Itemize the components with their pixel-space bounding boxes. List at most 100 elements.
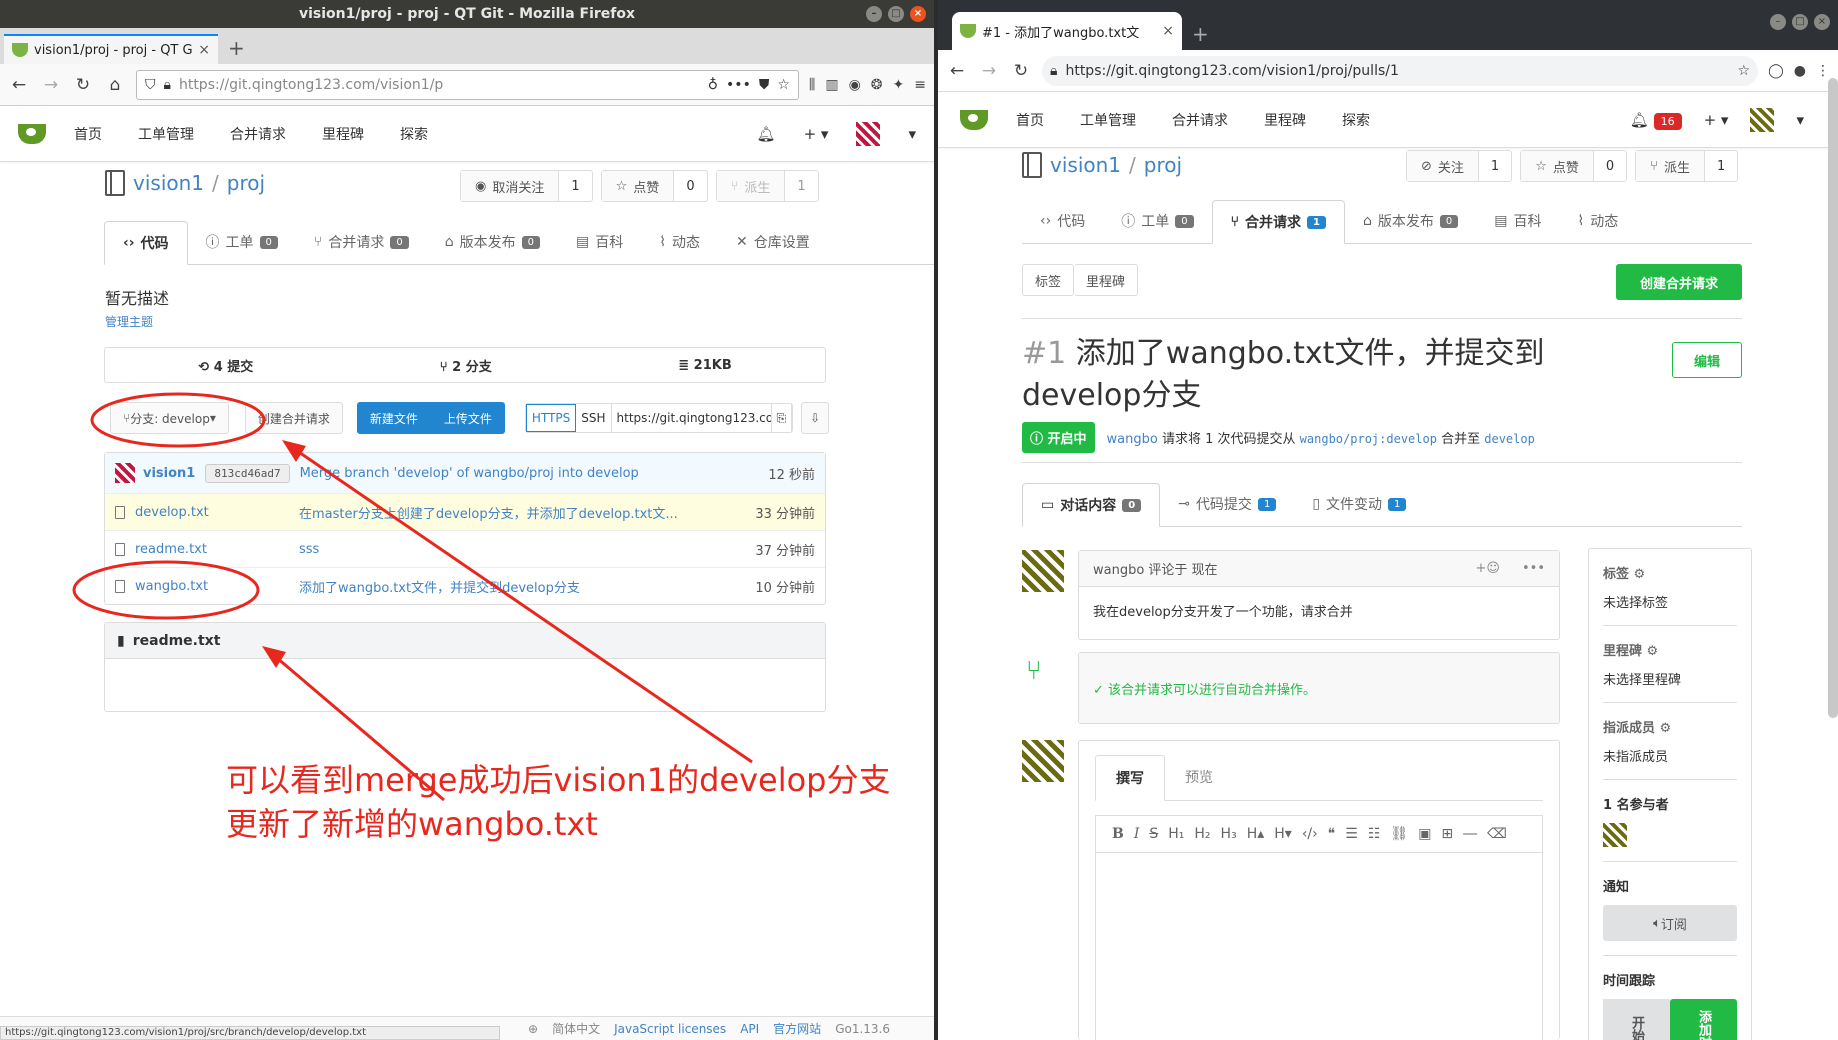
ordered-list-icon[interactable]: ☷ — [1368, 826, 1381, 842]
pr-target-branch[interactable]: develop — [1484, 432, 1535, 446]
bell-icon[interactable]: 🔔︎ — [757, 125, 776, 143]
file-name[interactable]: wangbo.txt — [135, 579, 208, 594]
table-icon[interactable]: ⊞ — [1441, 826, 1453, 842]
browser-tab[interactable]: #1 - 添加了wangbo.txt文 × — [952, 12, 1182, 50]
star-icon[interactable]: ☆ — [1738, 63, 1751, 79]
language-selector[interactable]: 简体中文 — [552, 1020, 600, 1037]
bell-icon[interactable]: 🔔︎ 16 — [1630, 111, 1682, 130]
forward-icon[interactable]: → — [978, 61, 1000, 81]
heading-bigger-icon[interactable]: H▾ — [1274, 826, 1292, 842]
fork-button[interactable]: ⑂ 派生 1 — [715, 170, 819, 202]
tab-code[interactable]: ‹› 代码 — [1022, 199, 1103, 243]
website-link[interactable]: 官方网站 — [773, 1020, 821, 1037]
tab-write[interactable]: 撰写 — [1095, 755, 1165, 801]
plus-dropdown[interactable]: + ▾ — [1704, 111, 1729, 129]
quote-icon[interactable]: ❝ — [1328, 826, 1336, 842]
back-icon[interactable]: ← — [8, 75, 30, 95]
add-time-button[interactable]: 添加时 — [1670, 999, 1737, 1040]
commit-author[interactable]: vision1 — [143, 466, 195, 481]
reload-icon[interactable]: ↻ — [72, 75, 94, 95]
tab-wiki[interactable]: ▤ 百科 — [558, 220, 641, 264]
create-pr-button[interactable]: 创建合并请求 — [1616, 264, 1742, 300]
maximize-icon[interactable]: □ — [1792, 14, 1808, 30]
maximize-icon[interactable]: □ — [888, 6, 904, 22]
new-file-button[interactable]: 新建文件 — [356, 402, 431, 434]
commenter-avatar[interactable] — [1022, 550, 1064, 592]
branches-stat[interactable]: ⑂ 2 分支 — [440, 356, 492, 375]
file-commit-message[interactable]: 在master分支上创建了develop分支，并添加了develop.txt文.… — [299, 503, 735, 522]
repo-name-link[interactable]: proj — [227, 171, 265, 195]
back-icon[interactable]: ← — [946, 61, 968, 81]
api-link[interactable]: API — [740, 1022, 759, 1036]
file-row[interactable]: readme.txt sss 37 分钟前 — [105, 530, 825, 567]
js-licenses-link[interactable]: JavaScript licenses — [614, 1022, 726, 1036]
bold-icon[interactable]: B — [1112, 826, 1124, 842]
menu-icon[interactable]: ⋮ — [1816, 63, 1830, 79]
participant-avatar[interactable] — [1603, 823, 1627, 847]
gitea-logo[interactable] — [960, 109, 988, 130]
star-count[interactable]: 0 — [1594, 151, 1626, 181]
account-icon[interactable]: ◉ — [849, 77, 861, 93]
tab-commits[interactable]: ⊸ 代码提交 1 — [1160, 482, 1294, 526]
link-icon[interactable]: ⛓ — [1390, 826, 1408, 842]
close-tab-icon[interactable]: × — [1162, 23, 1174, 39]
nav-pulls[interactable]: 合并请求 — [1172, 110, 1228, 130]
scrollbar[interactable] — [1828, 78, 1838, 718]
unordered-list-icon[interactable]: ☰ — [1345, 826, 1358, 842]
watch-button[interactable]: ⊘ 关注 1 — [1406, 150, 1513, 182]
close-icon[interactable]: × — [910, 6, 926, 22]
tab-pulls[interactable]: ⑂ 合并请求 0 — [296, 220, 427, 264]
tab-preview[interactable]: 预览 — [1165, 755, 1233, 800]
horizontal-rule-icon[interactable]: ― — [1463, 826, 1477, 842]
repo-owner-link[interactable]: vision1 — [133, 171, 204, 195]
edit-button[interactable]: 编辑 — [1672, 342, 1742, 378]
branch-dropdown[interactable]: ⑂ 分支: develop ▾ — [110, 402, 229, 434]
nav-home[interactable]: 首页 — [1016, 110, 1044, 130]
bulb-icon[interactable]: ♁ — [708, 77, 718, 93]
gear-icon[interactable]: ⚙ — [1634, 567, 1646, 582]
url-bar[interactable]: ⛉ 🔒︎ https://git.qingtong123.com/vision1… — [136, 69, 799, 100]
download-icon[interactable]: ⇩ — [801, 402, 830, 434]
tab-conversation[interactable]: ▭ 对话内容 0 — [1022, 483, 1161, 527]
eraser-icon[interactable]: ⌫ — [1487, 826, 1507, 842]
fork-count[interactable]: 1 — [785, 171, 817, 201]
plus-dropdown[interactable]: + ▾ — [804, 125, 829, 143]
repo-owner-link[interactable]: vision1 — [1050, 153, 1121, 177]
library-icon[interactable]: ⫼ — [809, 77, 815, 93]
sidebar-icon[interactable]: ▥ — [825, 77, 838, 93]
ssh-button[interactable]: SSH — [576, 404, 612, 432]
close-icon[interactable]: × — [1814, 14, 1830, 30]
nav-home[interactable]: 首页 — [74, 124, 102, 144]
new-tab-icon[interactable]: + — [1182, 22, 1219, 50]
nav-milestones[interactable]: 里程碑 — [1264, 110, 1306, 130]
new-tab-icon[interactable]: + — [218, 36, 255, 64]
tab-issues[interactable]: ⓘ 工单 0 — [188, 220, 296, 264]
commits-stat[interactable]: ⟲ 4 提交 — [198, 356, 253, 375]
forward-icon[interactable]: → — [40, 75, 62, 95]
strikethrough-icon[interactable]: S — [1149, 826, 1158, 842]
close-tab-icon[interactable]: × — [198, 42, 210, 58]
milestones-button[interactable]: 里程碑 — [1074, 264, 1139, 296]
more-icon[interactable]: ••• — [1522, 561, 1545, 576]
watch-count[interactable]: 1 — [559, 171, 591, 201]
extension-icon[interactable]: ❂ — [871, 77, 883, 93]
profile-icon[interactable]: ● — [1794, 63, 1806, 79]
more-icon[interactable]: ••• — [726, 77, 751, 93]
chevron-down-icon[interactable]: ▾ — [908, 125, 916, 143]
reaction-icon[interactable]: +☺ — [1476, 561, 1500, 576]
repo-name-link[interactable]: proj — [1144, 153, 1182, 177]
star-button[interactable]: ☆ 点赞 0 — [600, 170, 708, 202]
subscribe-button[interactable]: 🔈︎ 订阅 — [1603, 905, 1737, 941]
menu-icon[interactable]: ≡ — [914, 77, 926, 93]
minimize-icon[interactable]: – — [866, 6, 882, 22]
user-avatar[interactable] — [856, 121, 881, 146]
pocket-icon[interactable]: ⛊ — [759, 77, 770, 93]
clone-url-input[interactable]: https://git.qingtong123.com/visio — [612, 404, 772, 432]
upload-file-button[interactable]: 上传文件 — [430, 402, 505, 434]
commit-sha[interactable]: 813cd46ad7 — [205, 463, 290, 483]
image-icon[interactable]: ▣ — [1418, 826, 1431, 842]
code-icon[interactable]: ‹/› — [1302, 826, 1318, 842]
nav-pulls[interactable]: 合并请求 — [230, 124, 286, 144]
tab-releases[interactable]: ⌂ 版本发布 0 — [427, 220, 558, 264]
tab-pulls[interactable]: ⑂ 合并请求 1 — [1211, 200, 1345, 244]
